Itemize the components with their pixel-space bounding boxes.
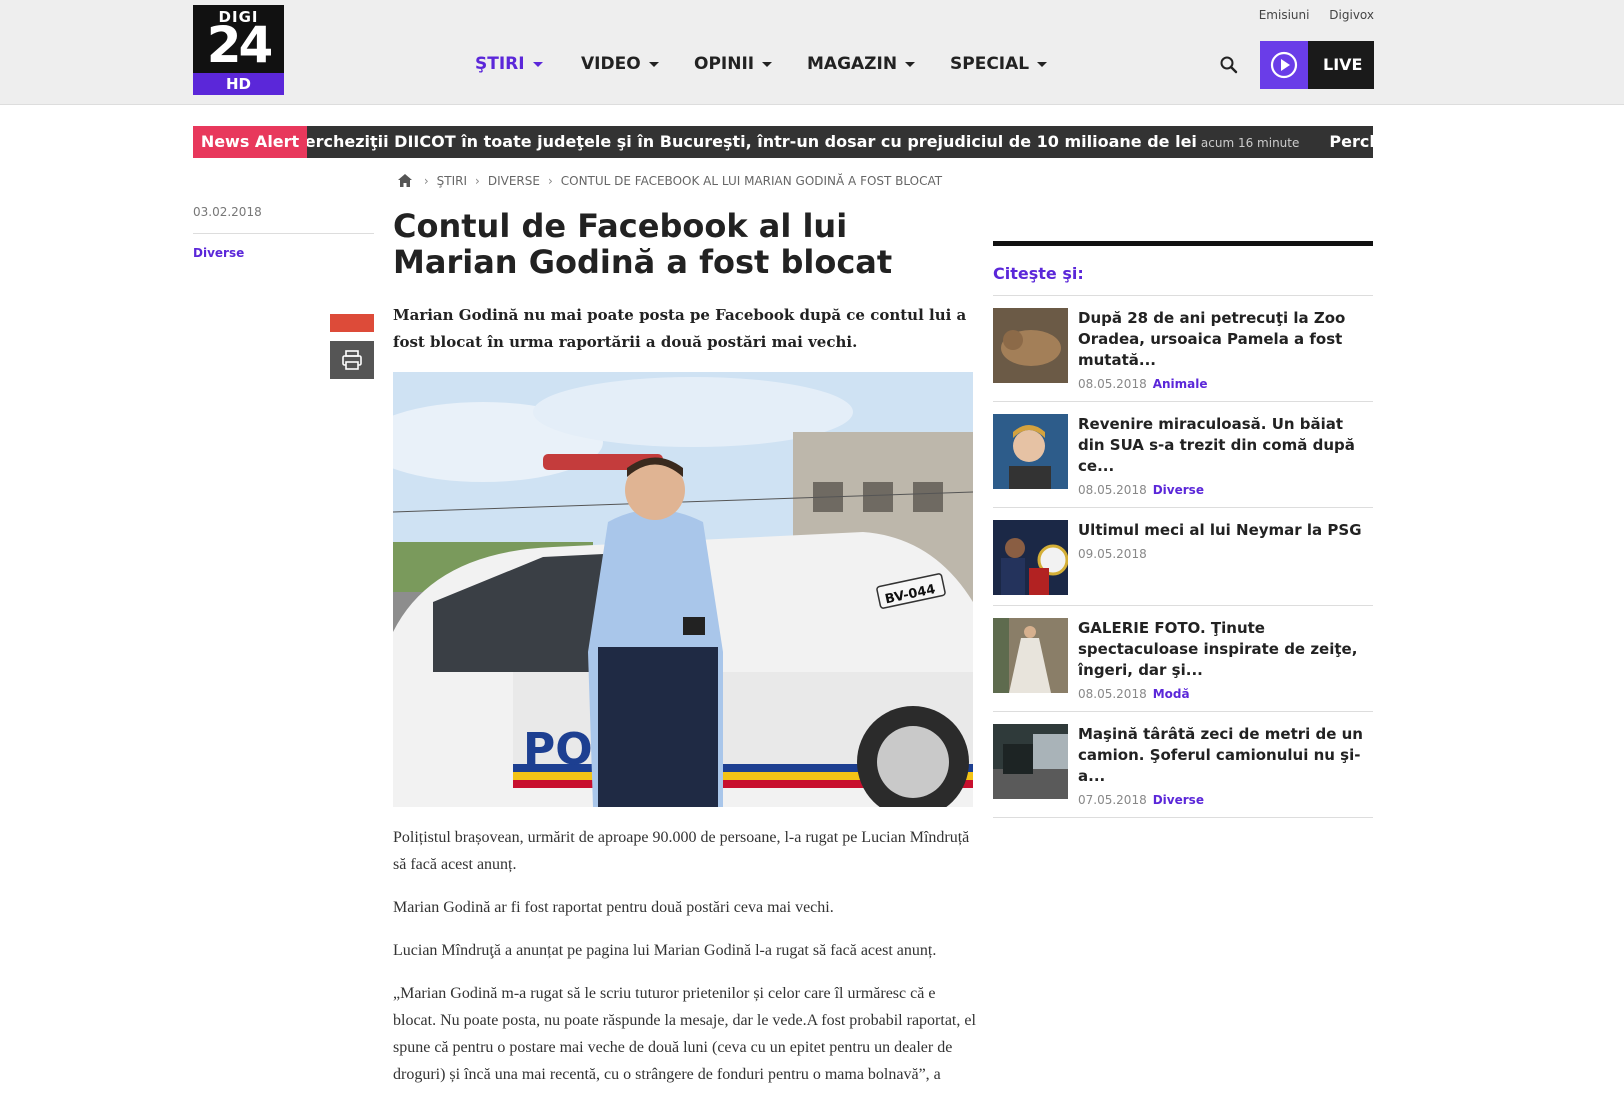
top-links: Emisiuni Digivox (1243, 8, 1374, 22)
home-icon[interactable] (398, 174, 416, 188)
related-date: 07.05.2018 (1078, 793, 1147, 807)
article-body: Polițistul brașovean, urmărit de aproape… (393, 824, 978, 1104)
nav-magazin-label: MAGAZIN (807, 54, 898, 74)
related-date: 08.05.2018 (1078, 687, 1147, 701)
nav-stiri-label: ŞTIRI (475, 54, 525, 74)
article-title: Contul de Facebook al lui Marian Godină … (393, 207, 893, 281)
nav-opinii[interactable]: OPINII (694, 54, 773, 74)
related-item[interactable]: După 28 de ani petrecuţi la Zoo Oradea, … (993, 296, 1373, 402)
related-title[interactable]: GALERIE FOTO. Ţinute spectaculoase inspi… (1078, 618, 1373, 681)
nav-stiri[interactable]: ŞTIRI (475, 54, 543, 74)
related-date: 08.05.2018 (1078, 483, 1147, 497)
nav-opinii-label: OPINII (694, 54, 755, 74)
play-icon (1260, 41, 1308, 89)
related-date: 08.05.2018 (1078, 377, 1147, 391)
logo-number: 24 (206, 16, 274, 74)
article-lead: Marian Godină nu mai poate posta pe Face… (393, 306, 967, 351)
chevron-down-icon (532, 61, 543, 67)
related-sidebar: Citeşte şi: După 28 de ani petrecuţi la … (993, 241, 1373, 818)
article-date: 03.02.2018 (193, 205, 374, 234)
related-title[interactable]: Ultimul meci al lui Neymar la PSG (1078, 520, 1373, 541)
ticker-headline-repeat[interactable]: Percheziţii DIICOT în (1329, 132, 1373, 151)
breadcrumb-separator: › (547, 174, 553, 188)
article-paragraph: „Marian Godină m-a rugat să le scriu tut… (393, 985, 976, 1083)
ticker-time: acum 16 minute (1200, 136, 1300, 150)
top-link-emisiuni[interactable]: Emisiuni (1259, 8, 1310, 22)
nav-special[interactable]: SPECIAL (950, 54, 1048, 74)
related-item[interactable]: GALERIE FOTO. Ţinute spectaculoase inspi… (993, 606, 1373, 712)
live-button[interactable]: LIVE (1260, 41, 1374, 89)
news-alert-tag: News Alert (193, 126, 307, 158)
chevron-down-icon (1037, 61, 1048, 67)
sidebar-heading: Citeşte şi: (993, 246, 1373, 296)
related-thumbnail[interactable] (993, 520, 1068, 595)
nav-magazin[interactable]: MAGAZIN (807, 54, 916, 74)
news-alert-bar: News Alert Percheziţii DIICOT în toate j… (193, 126, 1373, 158)
related-thumbnail[interactable] (993, 724, 1068, 799)
related-item[interactable]: Ultimul meci al lui Neymar la PSG 09.05.… (993, 508, 1373, 606)
digi24-logo[interactable]: DIGI 24 HD (193, 5, 284, 95)
related-thumbnail[interactable] (993, 414, 1068, 489)
related-category[interactable]: Modă (1153, 687, 1190, 701)
breadcrumb-separator: › (423, 174, 429, 188)
related-title[interactable]: După 28 de ani petrecuţi la Zoo Oradea, … (1078, 308, 1373, 371)
related-category[interactable]: Diverse (1153, 793, 1204, 807)
nav-video-label: VIDEO (581, 54, 641, 74)
nav-video[interactable]: VIDEO (581, 54, 659, 74)
chevron-down-icon (905, 61, 916, 67)
search-icon[interactable] (1218, 54, 1240, 76)
article-category[interactable]: Diverse (193, 246, 374, 260)
print-button[interactable] (330, 341, 374, 379)
nav-special-label: SPECIAL (950, 54, 1030, 74)
breadcrumb-diverse[interactable]: DIVERSE (488, 174, 540, 188)
article-paragraph: Lucian Mîndruţă a anunțat pe pagina lui … (393, 942, 937, 959)
related-title[interactable]: Revenire miraculoasă. Un băiat din SUA s… (1078, 414, 1373, 477)
article-paragraph: Marian Godină ar fi fost raportat pentru… (393, 899, 834, 916)
related-thumbnail[interactable] (993, 308, 1068, 383)
breadcrumb-stiri[interactable]: ŞTIRI (437, 174, 467, 188)
related-date: 09.05.2018 (1078, 547, 1147, 561)
logo-hd: HD (193, 73, 284, 95)
breadcrumb-current: CONTUL DE FACEBOOK AL LUI MARIAN GODINĂ … (560, 174, 943, 188)
news-ticker[interactable]: Percheziţii DIICOT în toate judeţele şi … (307, 126, 1373, 158)
chevron-down-icon (762, 61, 773, 67)
live-label: LIVE (1323, 55, 1363, 74)
print-icon (342, 350, 362, 370)
share-button[interactable] (330, 314, 374, 332)
related-category[interactable]: Animale (1153, 377, 1208, 391)
related-category[interactable]: Diverse (1153, 483, 1204, 497)
breadcrumb-separator: › (475, 174, 480, 188)
breadcrumb: › ŞTIRI › DIVERSE › CONTUL DE FACEBOOK AL LUI… (398, 174, 942, 188)
related-item[interactable]: Maşină târâtă zeci de metri de un camion… (993, 712, 1373, 818)
article-meta: 03.02.2018 Diverse (193, 205, 374, 260)
ticker-headline[interactable]: Percheziţii DIICOT în toate judeţele şi … (307, 132, 1197, 151)
related-title[interactable]: Maşină târâtă zeci de metri de un camion… (1078, 724, 1373, 787)
article-paragraph: Polițistul brașovean, urmărit de aproape… (393, 829, 970, 873)
related-thumbnail[interactable] (993, 618, 1068, 693)
site-header: DIGI 24 HD Emisiuni Digivox ŞTIRI VIDEO … (0, 0, 1624, 105)
article-photo[interactable]: POLIŢIA BV-044 (393, 372, 973, 807)
chevron-down-icon (648, 61, 659, 67)
top-link-digivox[interactable]: Digivox (1329, 8, 1374, 22)
related-item[interactable]: Revenire miraculoasă. Un băiat din SUA s… (993, 402, 1373, 508)
